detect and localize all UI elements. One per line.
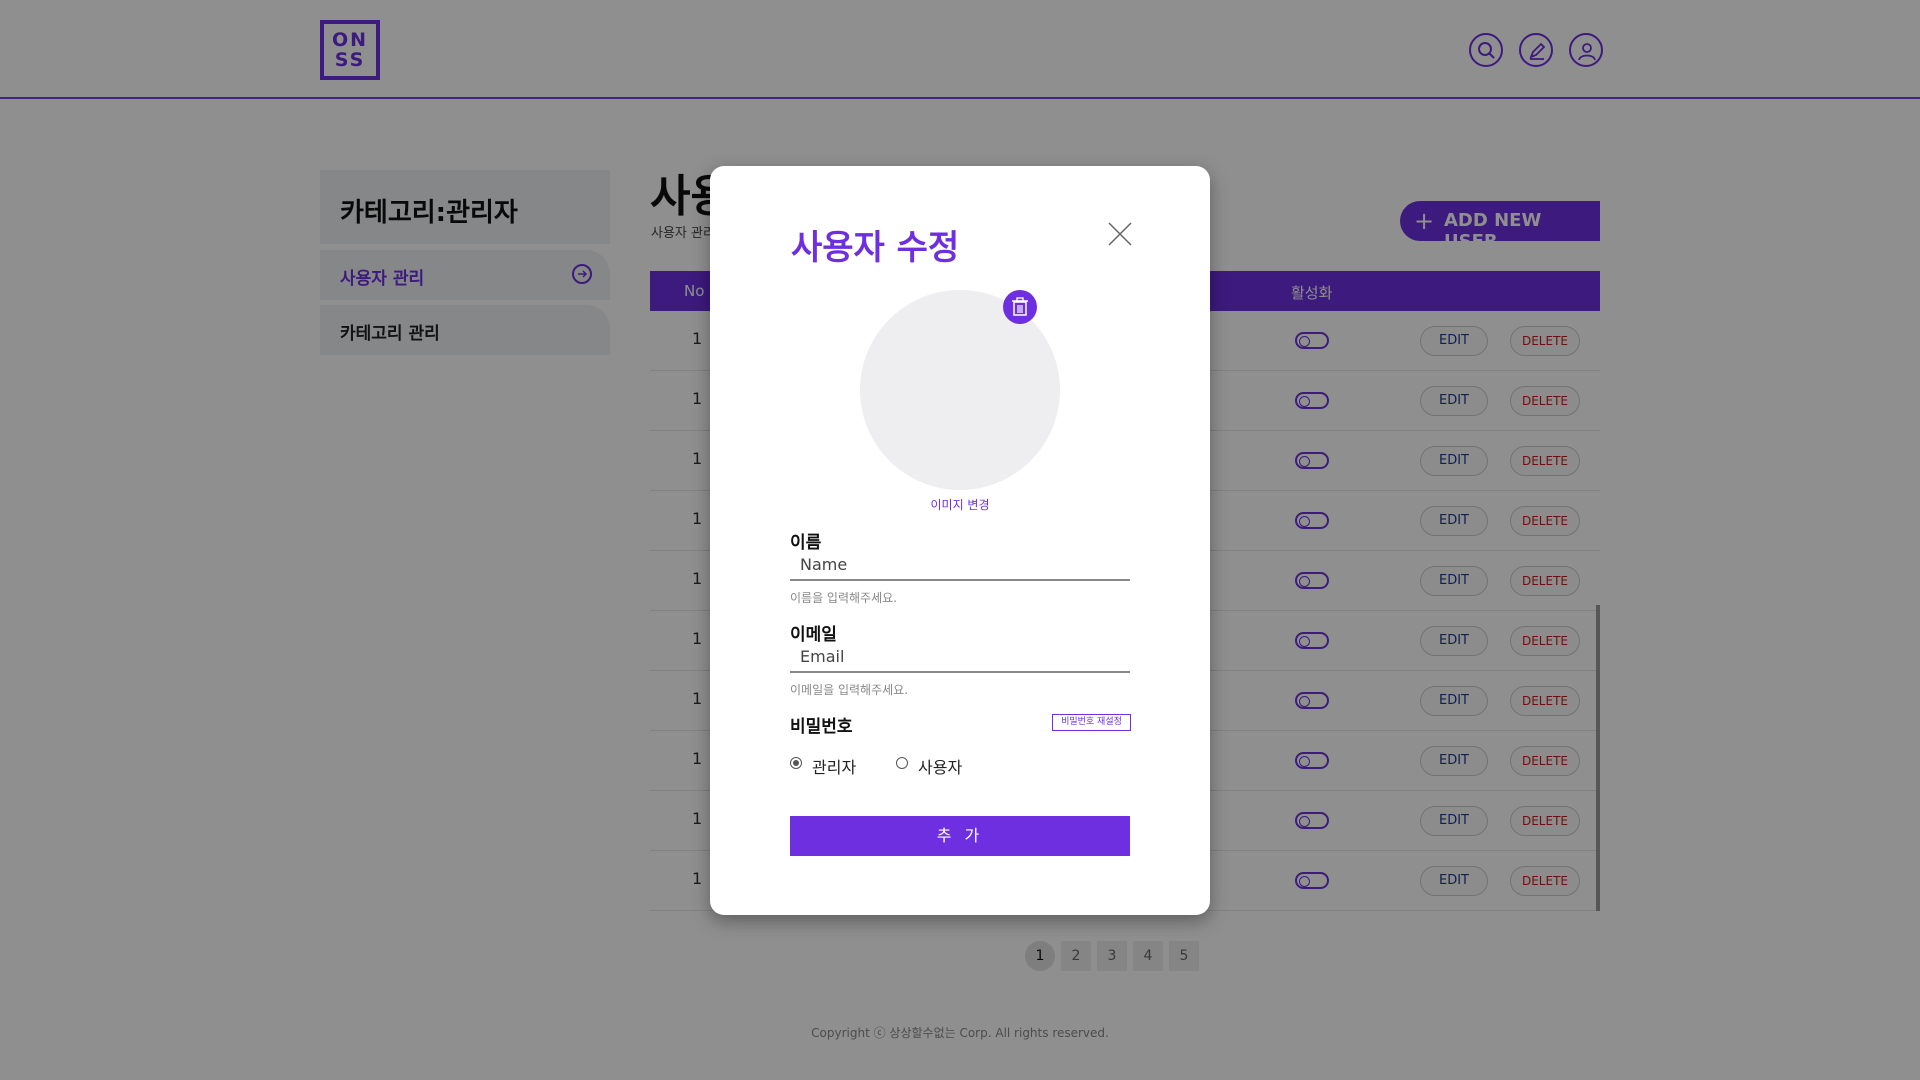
modal-title: 사용자 수정 (791, 228, 960, 268)
email-help-text: 이메일을 입력해주세요. (790, 683, 909, 697)
close-icon[interactable] (1107, 221, 1133, 247)
submit-button[interactable]: 추 가 (790, 816, 1130, 856)
image-change-link[interactable]: 이미지 변경 (710, 496, 1210, 513)
edit-user-modal: 사용자 수정 이미지 변경 이름 이름을 입력해주세요. 이메일 이메일을 입력… (710, 166, 1210, 915)
radio-user-circle[interactable] (896, 757, 908, 769)
email-field[interactable] (790, 641, 1130, 673)
name-help-text: 이름을 입력해주세요. (790, 591, 897, 605)
radio-user-label: 사용자 (918, 758, 963, 777)
password-reset-button[interactable]: 비밀번호 재설정 (1052, 714, 1131, 731)
name-field[interactable] (790, 549, 1130, 581)
trash-icon[interactable] (1003, 290, 1037, 324)
radio-admin-circle[interactable] (790, 757, 802, 769)
password-label: 비밀번호 (790, 717, 853, 737)
radio-admin-label: 관리자 (812, 758, 857, 777)
page: ON SS 카테고리:관리자 사용자 관리 카테고리 관리 사용 사용자 관리 … (0, 0, 1920, 1080)
